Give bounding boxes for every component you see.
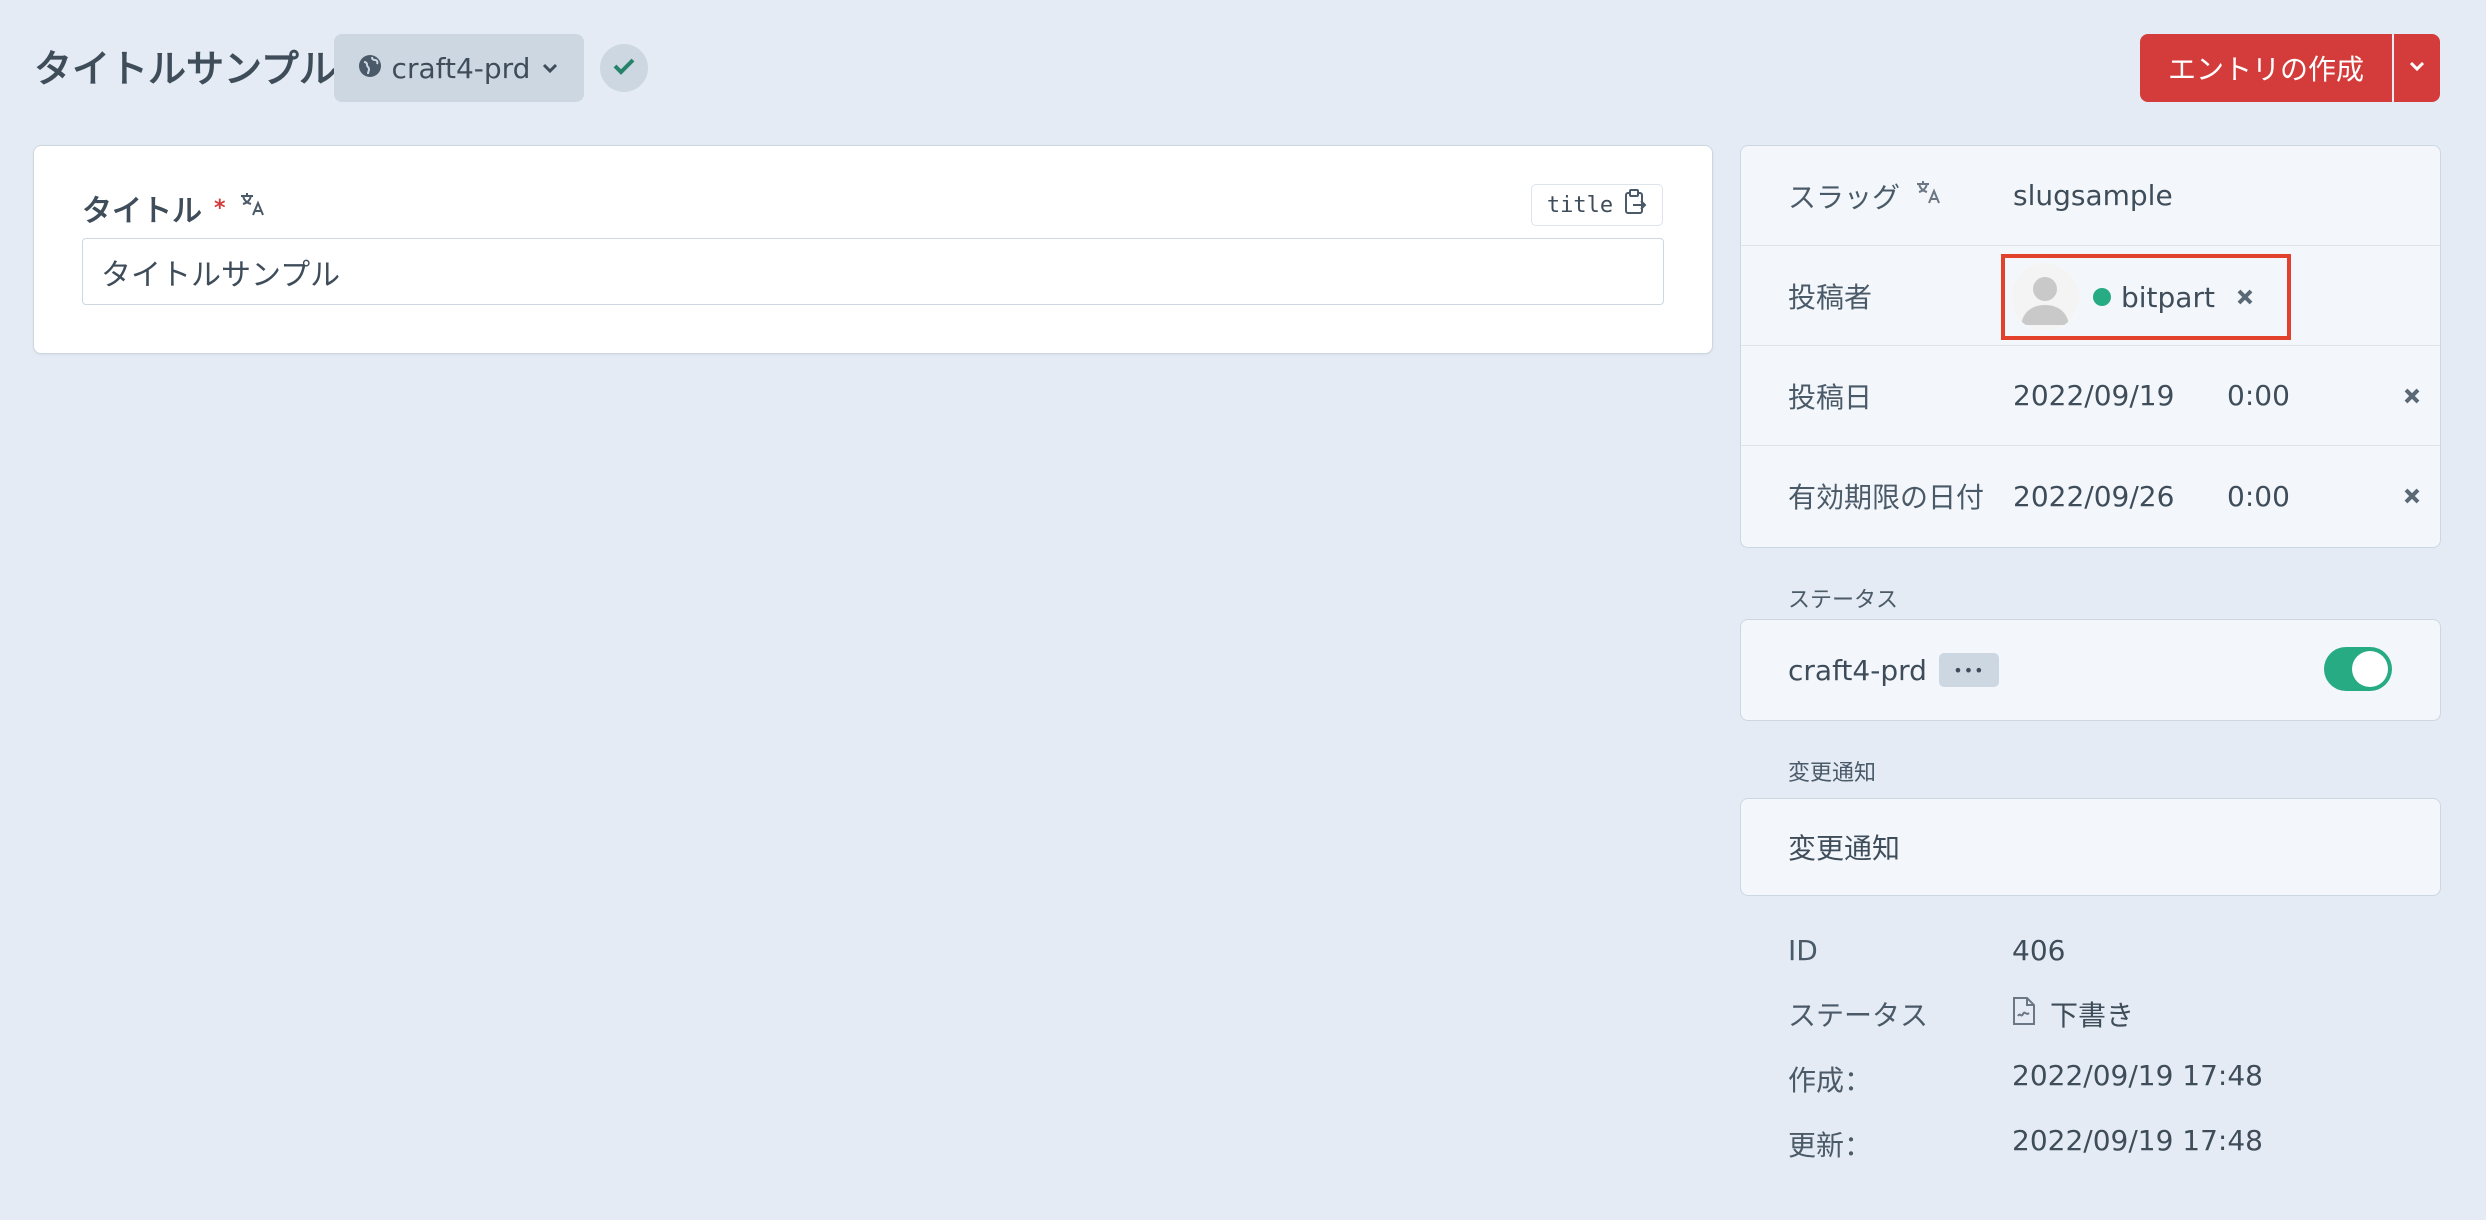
updated-value: 2022/09/19 17:48: [2012, 1124, 2263, 1157]
created-label: 作成：: [1788, 1064, 1873, 1097]
create-entry-button[interactable]: エントリの作成: [2140, 34, 2392, 102]
create-entry-menu-button[interactable]: [2394, 34, 2440, 102]
check-icon: [611, 53, 637, 83]
field-handle-copy-button[interactable]: title: [1531, 184, 1663, 226]
entry-status-text: 下書き: [2050, 999, 2135, 1032]
clear-post-date-icon[interactable]: [2394, 346, 2430, 445]
avatar: [2011, 263, 2079, 331]
expiry-date-label: 有効期限の日付: [1788, 481, 1985, 514]
globe-icon: [358, 52, 382, 85]
save-status-button[interactable]: [600, 44, 648, 92]
required-indicator: *: [214, 195, 226, 221]
notification-section-heading: 変更通知: [1788, 761, 1877, 786]
slug-row: スラッグ slugsample: [1741, 146, 2440, 246]
site-selector-button[interactable]: craft4-prd: [334, 34, 584, 102]
notification-label: 変更通知: [1788, 832, 1901, 865]
title-label-text: タイトル: [82, 194, 202, 229]
post-date-label: 投稿日: [1788, 380, 1873, 414]
field-handle-text: title: [1546, 192, 1614, 218]
slug-label: スラッグ: [1788, 146, 1942, 245]
site-selector-label: craft4-prd: [391, 51, 531, 85]
author-label: 投稿者: [1788, 280, 1873, 314]
clipboard-icon: [1623, 189, 1647, 221]
meta-card: スラッグ slugsample 投稿者 bitpart 投稿日 2022/09/…: [1740, 145, 2441, 548]
site-status-row: craft4-prd •••: [1788, 648, 1999, 692]
draft-document-icon: [2012, 996, 2036, 1033]
status-section-heading: ステータス: [1788, 588, 1899, 613]
title-field-label: タイトル *: [82, 186, 266, 230]
entry-status-label: ステータス: [1788, 999, 1929, 1032]
author-chip[interactable]: bitpart: [2001, 254, 2291, 340]
chevron-down-icon: [540, 52, 560, 85]
remove-author-icon[interactable]: [2235, 287, 2255, 307]
site-name: craft4-prd: [1788, 653, 1927, 687]
clear-expiry-date-icon[interactable]: [2394, 446, 2430, 546]
updated-label: 更新：: [1788, 1129, 1873, 1162]
author-name: bitpart: [2121, 280, 2215, 314]
translate-icon: [238, 190, 266, 226]
site-enabled-toggle[interactable]: [2324, 647, 2392, 691]
page-title: タイトルサンプル: [34, 47, 337, 91]
author-row: 投稿者 bitpart: [1741, 246, 2440, 346]
slug-label-text: スラッグ: [1788, 180, 1901, 214]
id-label: ID: [1788, 934, 1818, 967]
translate-icon: [1914, 178, 1942, 213]
site-actions-button[interactable]: •••: [1938, 653, 1999, 687]
expiry-date-row: 有効期限の日付 2022/09/26 0:00: [1741, 446, 2440, 546]
post-date-row: 投稿日 2022/09/19 0:00: [1741, 346, 2440, 446]
expiry-time-input[interactable]: 0:00: [2227, 446, 2290, 546]
slug-input[interactable]: slugsample: [2013, 146, 2173, 245]
id-value: 406: [2012, 934, 2066, 967]
entry-status-value: 下書き: [2012, 994, 2134, 1034]
title-input[interactable]: タイトルサンプル: [82, 238, 1664, 305]
status-dot: [2093, 288, 2111, 306]
toggle-knob: [2352, 651, 2388, 687]
chevron-down-icon: [2407, 56, 2427, 80]
post-time-input[interactable]: 0:00: [2227, 346, 2290, 445]
expiry-date-input[interactable]: 2022/09/26: [2013, 446, 2174, 546]
post-date-input[interactable]: 2022/09/19: [2013, 346, 2174, 445]
created-value: 2022/09/19 17:48: [2012, 1059, 2263, 1092]
